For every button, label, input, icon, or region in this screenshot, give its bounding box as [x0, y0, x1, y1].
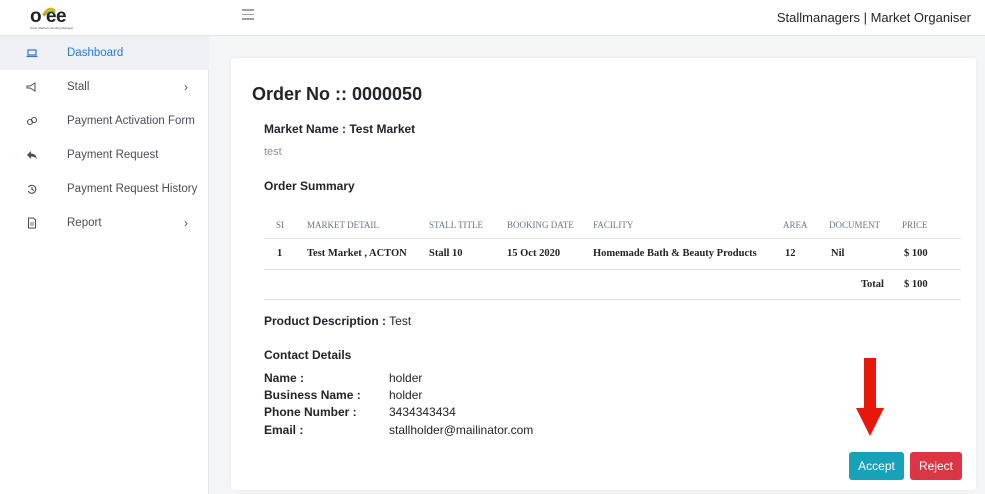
- column-header-price: PRICE: [902, 220, 928, 230]
- sidebar-item-label: Stall: [67, 81, 90, 93]
- sidebar-item-payment-request[interactable]: Payment Request: [0, 138, 209, 172]
- laptop-icon: [26, 49, 38, 58]
- market-name: Market Name : Test Market: [264, 122, 416, 136]
- column-header-facility: FACILITY: [593, 220, 634, 230]
- cell-si: 1: [277, 248, 283, 259]
- contact-business-label: Business Name :: [264, 388, 361, 402]
- annotation-arrow-icon: [856, 358, 884, 436]
- sidebar-item-label: Payment Request: [67, 149, 159, 161]
- product-description: Product Description : Test: [264, 314, 411, 328]
- product-description-value: Test: [389, 314, 412, 328]
- logo-tagline: Outer Markets Vending Manager: [30, 26, 74, 30]
- table-row: 1 Test Market , ACTON Stall 10 15 Oct 20…: [264, 239, 961, 270]
- cell-stall-title: Stall 10: [429, 248, 463, 259]
- table-total-row: Total $ 100: [264, 270, 961, 300]
- sidebar-item-dashboard[interactable]: Dashboard: [0, 36, 209, 70]
- column-header-market-detail: MARKET DETAIL: [307, 220, 379, 230]
- accept-button[interactable]: Accept: [849, 452, 904, 480]
- contact-business-value: holder: [389, 388, 423, 402]
- reject-button[interactable]: Reject: [910, 452, 962, 480]
- link-icon: [26, 116, 38, 126]
- sidebar-item-payment-request-history[interactable]: Payment Request History: [0, 172, 209, 206]
- megaphone-icon: [26, 82, 36, 92]
- sidebar-item-payment-activation-form[interactable]: Payment Activation Form: [0, 104, 209, 138]
- sidebar-item-label: Dashboard: [67, 47, 124, 59]
- column-header-document: DOCUMENT: [829, 220, 880, 230]
- menu-toggle-icon[interactable]: [242, 9, 256, 23]
- table-header-row: SI MARKET DETAIL STALL TITLE BOOKING DAT…: [264, 212, 961, 239]
- column-header-area: AREA: [783, 220, 808, 230]
- market-note: test: [264, 146, 282, 158]
- column-header-stall-title: STALL TITLE: [429, 220, 484, 230]
- file-icon: [28, 217, 36, 229]
- contact-name-value: holder: [389, 371, 423, 385]
- contact-phone-label: Phone Number :: [264, 405, 357, 419]
- user-role-label[interactable]: Stallmanagers | Market Organiser: [777, 10, 971, 25]
- sidebar: Dashboard Stall › Payment Activation For…: [0, 36, 209, 494]
- chevron-right-icon: ›: [184, 216, 188, 230]
- column-header-si: SI: [276, 220, 285, 230]
- cell-facility: Homemade Bath & Beauty Products: [593, 248, 757, 259]
- cell-price: $ 100: [904, 248, 928, 259]
- sidebar-item-label: Report: [67, 217, 102, 229]
- app-logo[interactable]: o ee Outer Markets Vending Manager: [30, 6, 82, 32]
- total-value: $ 100: [904, 279, 928, 290]
- history-icon: [27, 184, 37, 194]
- total-label: Total: [861, 279, 884, 290]
- cell-market-detail: Test Market , ACTON: [307, 248, 407, 259]
- contact-phone-value: 3434343434: [389, 405, 456, 419]
- reply-icon: [27, 151, 37, 159]
- top-bar: o ee Outer Markets Vending Manager Stall…: [0, 0, 985, 36]
- order-summary-title: Order Summary: [264, 179, 355, 193]
- column-header-booking-date: BOOKING DATE: [507, 220, 574, 230]
- contact-email-label: Email :: [264, 423, 304, 437]
- cell-area: 12: [785, 248, 796, 259]
- sidebar-item-label: Payment Activation Form: [67, 115, 195, 127]
- chevron-right-icon: ›: [184, 80, 188, 94]
- sidebar-item-stall[interactable]: Stall ›: [0, 70, 209, 104]
- contact-name-label: Name :: [264, 371, 305, 385]
- order-title: Order No :: 0000050: [252, 84, 423, 104]
- cell-booking-date: 15 Oct 2020: [507, 248, 561, 259]
- sidebar-item-label: Payment Request History: [67, 183, 198, 195]
- contact-email-value: stallholder@mailinator.com: [389, 423, 534, 437]
- sidebar-item-report[interactable]: Report ›: [0, 206, 209, 240]
- logo-swoosh-icon: [42, 7, 56, 17]
- cell-document: Nil: [831, 248, 845, 259]
- contact-details-title: Contact Details: [264, 348, 352, 362]
- product-description-label: Product Description :: [264, 314, 387, 328]
